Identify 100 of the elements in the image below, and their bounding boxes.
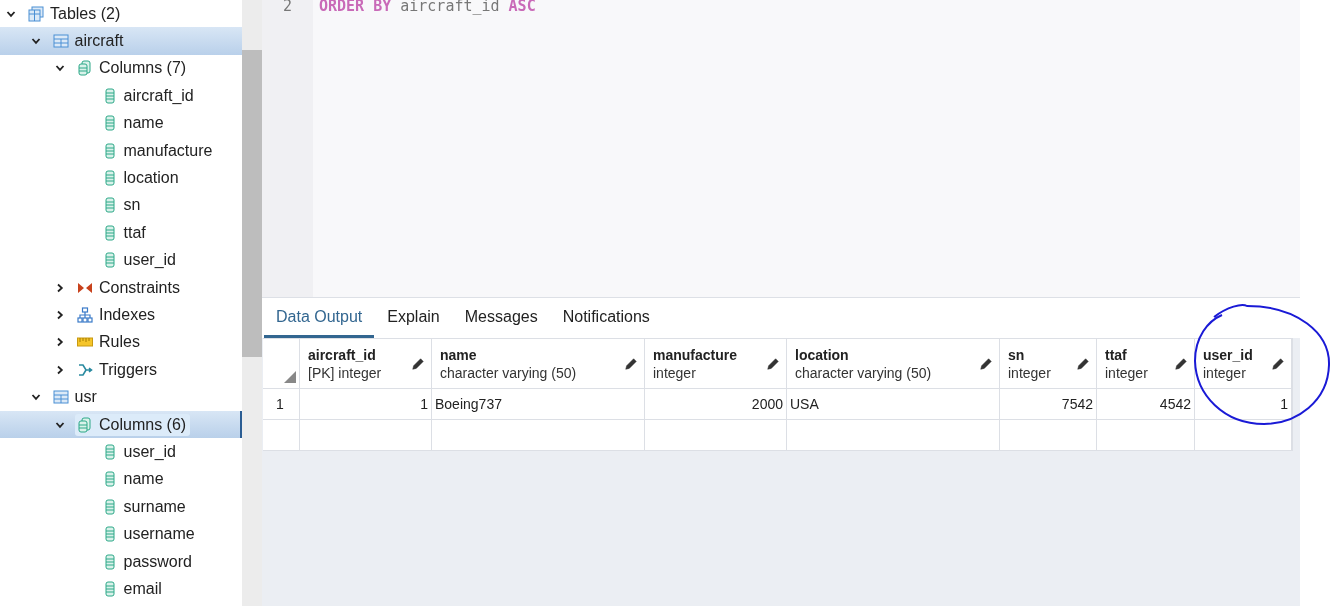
tree-item[interactable]: name	[0, 109, 242, 137]
tree-item[interactable]: manufacture	[0, 136, 242, 165]
column-type: integer	[1008, 364, 1051, 381]
result-tab[interactable]: Notifications	[550, 298, 662, 338]
corner-triangle-icon	[284, 371, 296, 383]
result-tab[interactable]: Messages	[452, 298, 550, 338]
column-type: integer	[653, 364, 697, 381]
tree-item-label: username	[123, 525, 195, 544]
chevron-right-icon[interactable]	[55, 282, 65, 293]
column-type: integer	[1203, 364, 1247, 381]
pencil-icon[interactable]	[1271, 356, 1285, 371]
column-header[interactable]: ttaf integer	[1097, 339, 1195, 389]
scrollbar-thumb[interactable]	[242, 50, 262, 357]
tree-item-label: usr	[74, 388, 97, 407]
tree-item-label: Tables (2)	[50, 4, 121, 23]
tree-item-label: aircraft_id	[123, 86, 194, 105]
pencil-icon[interactable]	[1076, 356, 1090, 371]
column-name: aircraft_id	[308, 346, 377, 363]
column-header[interactable]: location character varying (50)	[787, 339, 1000, 389]
tree-item[interactable]: ttaf	[0, 219, 242, 247]
table-cell: 4542	[1097, 389, 1195, 420]
tree-item[interactable]: location	[0, 164, 242, 192]
column-name: ttaf	[1105, 346, 1128, 363]
tree-item-label: name	[123, 114, 164, 133]
column-header[interactable]: sn integer	[1000, 339, 1097, 389]
tree-item-label: Rules	[99, 333, 140, 352]
tree-item-label: user_id	[123, 442, 176, 461]
column-name: manufacture	[653, 346, 738, 363]
tree-item[interactable]: Columns (7)	[0, 54, 242, 83]
sql-identifier: aircraft_id	[400, 0, 500, 14]
tree-item[interactable]: aircraft_id	[0, 82, 242, 110]
tree-item[interactable]: email	[0, 575, 242, 603]
chevron-down-icon[interactable]	[30, 392, 41, 403]
pencil-icon[interactable]	[1174, 356, 1188, 371]
column-name: user_id	[1203, 346, 1253, 363]
column-type: character varying (50)	[440, 364, 577, 381]
tree-item[interactable]: Constraints	[0, 273, 242, 302]
tree-item[interactable]: sn	[0, 191, 242, 220]
tree-item[interactable]: Indexes	[0, 301, 242, 329]
chevron-right-icon[interactable]	[55, 310, 65, 320]
column-type: character varying (50)	[795, 364, 932, 381]
sql-editor[interactable]: 2 ORDER BY aircraft_id ASC	[262, 0, 1300, 298]
tree-item-label: Triggers	[99, 360, 158, 379]
tree-item-label: location	[123, 169, 179, 188]
tree-item-label: sn	[123, 196, 141, 215]
pencil-icon[interactable]	[624, 356, 638, 371]
tree-item[interactable]: Tables (2)	[0, 0, 242, 28]
tree-item[interactable]: username	[0, 520, 242, 548]
table-cell: Boeing737	[432, 389, 645, 420]
tree-item[interactable]: aircraft	[0, 27, 242, 55]
table-cell: 1	[300, 389, 432, 420]
column-name: name	[440, 346, 478, 363]
pencil-icon[interactable]	[411, 356, 425, 371]
tree-item-label: password	[123, 552, 192, 571]
tree-item[interactable]: Triggers	[0, 356, 242, 384]
row-number: 1	[263, 389, 300, 420]
table-icon	[52, 33, 69, 50]
pencil-icon[interactable]	[979, 356, 993, 371]
tree-item-label: Constraints	[99, 278, 180, 297]
indexes-icon	[77, 307, 93, 323]
tree-item[interactable]: usr	[0, 383, 242, 411]
table-group-icon	[28, 5, 44, 22]
tree-item[interactable]: surname	[0, 493, 242, 521]
column-header[interactable]: user_id integer	[1195, 339, 1292, 389]
triggers-icon	[77, 361, 93, 378]
column-name: location	[795, 346, 850, 363]
chevron-right-icon[interactable]	[55, 337, 65, 348]
tree-item-label: aircraft	[74, 32, 124, 51]
tree-item[interactable]: name	[0, 465, 242, 494]
columns-icon	[77, 60, 93, 77]
result-tab[interactable]: Explain	[375, 298, 452, 338]
pencil-icon[interactable]	[766, 356, 780, 371]
sql-keyword: ORDER BY	[319, 0, 392, 14]
column-header[interactable]: name character varying (50)	[432, 339, 645, 389]
tree-item-label: surname	[123, 497, 186, 516]
tree-item-label: Indexes	[99, 306, 156, 324]
table-cell: 1	[1195, 389, 1292, 420]
table-icon	[52, 389, 69, 406]
tree-item-label: user_id	[123, 251, 176, 270]
tree-item[interactable]: user_id	[0, 438, 242, 466]
columns-icon	[77, 416, 93, 433]
tree-item[interactable]: Columns (6)	[0, 410, 242, 439]
table-cell: 2000	[645, 389, 787, 420]
table-cell: USA	[787, 389, 1000, 420]
tree-item-label: manufacture	[123, 141, 213, 160]
tree-item-label: Columns (6)	[99, 415, 187, 434]
column-header[interactable]: manufacture integer	[645, 339, 787, 389]
chevron-down-icon[interactable]	[55, 63, 65, 74]
chevron-right-icon[interactable]	[55, 364, 65, 375]
tree-item-label: ttaf	[123, 223, 146, 242]
table-cell: 7542	[1000, 389, 1097, 420]
column-type: integer	[1105, 364, 1148, 381]
chevron-down-icon[interactable]	[30, 36, 41, 47]
line-number: 2	[283, 0, 292, 14]
column-header[interactable]: aircraft_id [PK] integer	[300, 339, 432, 389]
tree-item[interactable]: Rules	[0, 328, 242, 357]
tree-item[interactable]: user_id	[0, 246, 242, 274]
sql-keyword: ASC	[508, 0, 536, 14]
select-all-corner[interactable]	[263, 339, 300, 389]
tree-item[interactable]: password	[0, 547, 242, 576]
